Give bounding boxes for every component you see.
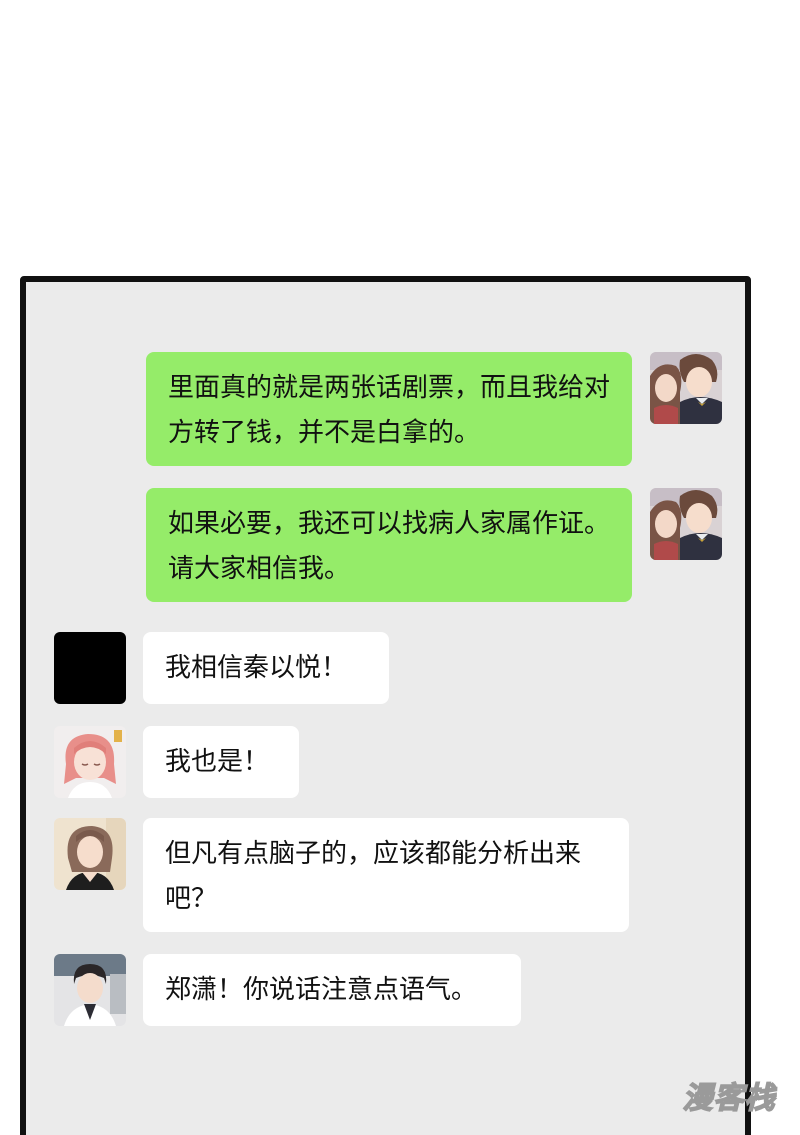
site-watermark: 漫客栈	[668, 1072, 790, 1126]
message-text: 如果必要，我还可以找病人家属作证。请大家相信我。	[168, 509, 611, 584]
sent-message-bubble[interactable]: 里面真的就是两张话剧票，而且我给对方转了钱，并不是白拿的。	[146, 352, 632, 466]
chat-panel: 里面真的就是两张话剧票，而且我给对方转了钱，并不是白拿的。 如果必要，我还可以找…	[20, 276, 751, 1135]
black-avatar[interactable]	[54, 632, 126, 704]
pink-hair-girl-portrait-icon	[54, 726, 126, 798]
received-message-bubble[interactable]: 我也是！	[143, 726, 299, 798]
doctor-man-portrait-icon	[54, 954, 126, 1026]
brown-hair-woman-avatar[interactable]	[54, 818, 126, 890]
doctor-man-avatar[interactable]	[54, 954, 126, 1026]
message-text: 但凡有点脑子的，应该都能分析出来吧？	[165, 839, 582, 914]
watermark-text: 漫客栈	[682, 1080, 776, 1117]
sent-message-bubble[interactable]: 如果必要，我还可以找病人家属作证。请大家相信我。	[146, 488, 632, 602]
message-text: 里面真的就是两张话剧票，而且我给对方转了钱，并不是白拿的。	[168, 373, 611, 448]
message-text: 我相信秦以悦！	[165, 653, 348, 683]
received-message-bubble[interactable]: 但凡有点脑子的，应该都能分析出来吧？	[143, 818, 629, 932]
couple-avatar[interactable]	[650, 352, 722, 424]
received-message-bubble[interactable]: 郑潇！你说话注意点语气。	[143, 954, 521, 1026]
pink-hair-girl-avatar[interactable]	[54, 726, 126, 798]
message-text: 郑潇！你说话注意点语气。	[165, 975, 478, 1005]
brown-hair-woman-portrait-icon	[54, 818, 126, 890]
message-text: 我也是！	[165, 747, 270, 777]
couple-portrait-icon	[650, 352, 722, 424]
couple-portrait-icon	[650, 488, 722, 560]
received-message-bubble[interactable]: 我相信秦以悦！	[143, 632, 389, 704]
couple-avatar[interactable]	[650, 488, 722, 560]
